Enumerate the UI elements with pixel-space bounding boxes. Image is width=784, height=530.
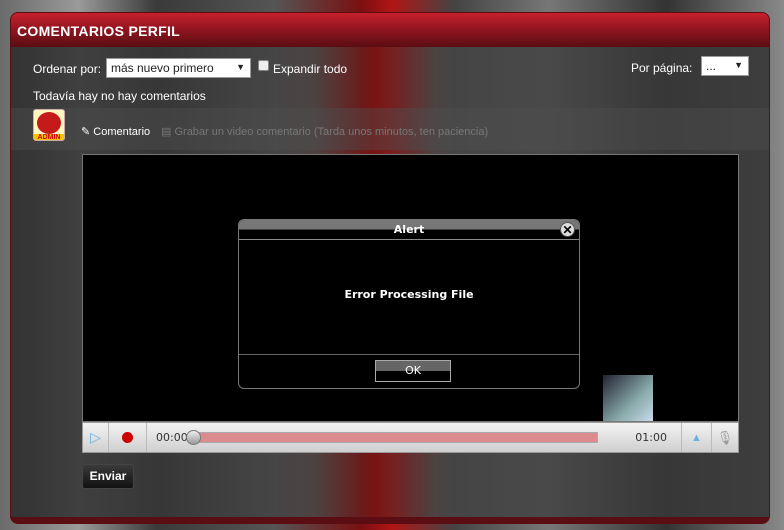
chevron-down-icon: ▼ [236, 62, 245, 72]
empty-message: Todavía hay no hay comentarios [33, 89, 206, 103]
total-time: 01:00 [635, 431, 667, 444]
film-icon: ▤ [161, 126, 172, 138]
camera-preview [603, 375, 653, 421]
sort-select[interactable]: más nuevo primero ▼ [106, 58, 251, 78]
tab-comment[interactable]: ✎ Comentario [81, 125, 150, 138]
alert-message: Error Processing File [344, 288, 474, 301]
close-icon[interactable]: ✕ [560, 222, 575, 237]
comments-panel: COMENTARIOS PERFIL Ordenar por: más nuev… [10, 12, 770, 524]
panel-footer [11, 517, 769, 523]
pencil-icon: ✎ [81, 126, 91, 138]
chevron-down-icon: ▼ [734, 60, 743, 70]
player-controls: ▷ 00:00 01:00 ▲ 🎙 [82, 422, 739, 453]
alert-title: Alert [239, 220, 579, 240]
avatar-text: ADMIN [34, 134, 64, 140]
current-time: 00:00 [156, 431, 188, 444]
expand-up-icon[interactable]: ▲ [681, 423, 712, 452]
microphone-icon[interactable]: 🎙 [712, 423, 738, 452]
record-icon [122, 432, 133, 443]
expand-checkbox[interactable] [258, 60, 269, 71]
ok-button[interactable]: OK [375, 360, 451, 382]
per-page-select[interactable]: ... ▼ [701, 56, 749, 76]
per-page-value: ... [706, 59, 717, 73]
sort-value: más nuevo primero [111, 61, 214, 75]
progress-bar[interactable] [185, 430, 598, 445]
tab-video-label: Grabar un video comentario (Tarda unos m… [174, 126, 489, 138]
progress-handle[interactable] [185, 430, 201, 445]
tab-video-comment[interactable]: ▤ Grabar un video comentario (Tarda unos… [161, 125, 488, 138]
per-page-label: Por página: [631, 61, 693, 75]
avatar: ADMIN [33, 109, 65, 141]
expand-label: Expandir todo [273, 62, 348, 76]
record-button[interactable] [109, 423, 147, 452]
play-icon[interactable]: ▷ [83, 423, 109, 452]
tab-comment-label: Comentario [93, 126, 151, 138]
sort-label: Ordenar por: [33, 62, 102, 76]
alert-dialog: Alert ✕ Error Processing File OK [238, 219, 580, 389]
video-recorder[interactable]: Alert ✕ Error Processing File OK [82, 154, 739, 422]
submit-button[interactable]: Enviar [82, 464, 134, 489]
panel-title: COMENTARIOS PERFIL [11, 13, 769, 47]
